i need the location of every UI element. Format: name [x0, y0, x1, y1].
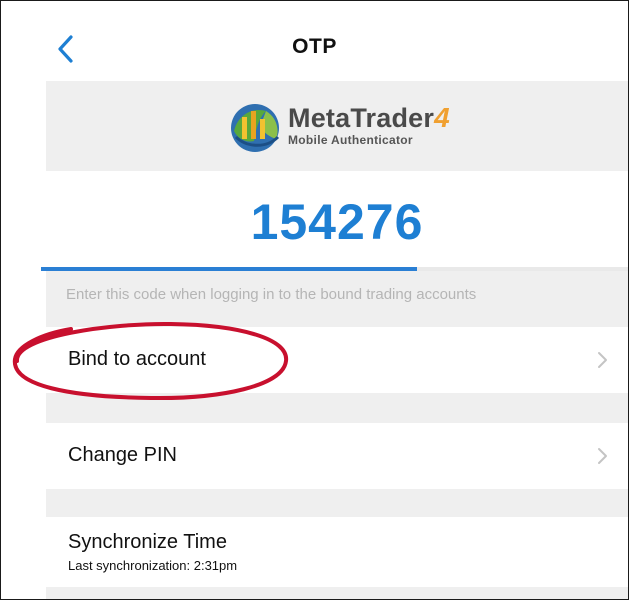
chevron-right-icon	[598, 352, 607, 368]
logo-banner: MetaTrader4 Mobile Authenticator	[46, 81, 628, 171]
change-pin-row[interactable]: Change PIN	[46, 423, 628, 489]
chevron-right-icon	[598, 448, 607, 464]
otp-code: 154276	[250, 194, 424, 250]
page-title: OTP	[292, 35, 337, 58]
logo-version: 4	[434, 102, 450, 133]
nav-header: OTP	[1, 1, 628, 81]
otp-code-area: 154276	[46, 171, 628, 269]
bind-to-account-label: Bind to account	[68, 348, 206, 370]
section-gap	[46, 489, 628, 517]
bind-to-account-row[interactable]: Bind to account	[46, 327, 628, 393]
metatrader-logo-icon	[231, 104, 280, 152]
app-screen: OTP MetaTrader4 Mobile Authenticator 154…	[0, 0, 629, 600]
last-sync-text: Last synchronization: 2:31pm	[68, 558, 238, 573]
app-logo: MetaTrader4 Mobile Authenticator	[226, 97, 466, 157]
synchronize-time-row[interactable]: Synchronize Time Last synchronization: 2…	[46, 517, 628, 587]
logo-subtitle: Mobile Authenticator	[288, 133, 413, 147]
section-gap	[46, 393, 628, 423]
change-pin-label: Change PIN	[68, 444, 177, 466]
logo-name: MetaTrader	[288, 103, 435, 133]
section-gap	[46, 587, 628, 599]
synchronize-time-label: Synchronize Time	[68, 531, 227, 553]
otp-hint: Enter this code when logging in to the b…	[66, 286, 477, 303]
logo-wordmark: MetaTrader4 Mobile Authenticator	[288, 102, 450, 148]
hint-band: Enter this code when logging in to the b…	[46, 271, 628, 327]
